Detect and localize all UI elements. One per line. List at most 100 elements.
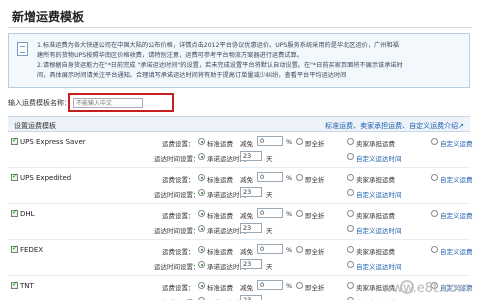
standard-freight-label: 标准运费 [207,212,233,220]
standard-freight-radio[interactable] [198,138,205,145]
notice-box: 1.标准运费为各大快递公司在中国大陆的公布价格，详情点击2012平台协议优惠运价… [8,33,470,88]
custom-time-link[interactable]: 自定义运达时间 [356,261,402,271]
delivery-time-label: 运达时间设置： [154,155,200,163]
custom-time-link[interactable]: 自定义运达时间 [356,225,402,235]
carrier-row: DHL运费设置：标准运费减免0%即全折卖家承担运费自定义运费运达时间设置：承诺运… [8,205,473,240]
custom-time-radio[interactable] [347,153,354,160]
standard-freight-label: 标准运费 [207,284,233,292]
custom-time-link[interactable]: 自定义运达时间 [356,153,402,163]
template-name-highlight [68,93,174,112]
settings-header: 设置运费模板 标准运费、卖家承担运费、自定义运费介绍↗ [8,116,470,132]
custom-time-radio[interactable] [347,261,354,268]
full-discount-label: 即全折 [305,284,325,292]
carrier-checkbox[interactable] [11,280,18,289]
custom-freight-radio[interactable] [431,138,438,145]
carrier-row: FEDEX运费设置：标准运费减免0%即全折卖家承担运费自定义运费运达时间设置：承… [8,241,473,276]
full-discount-label: 即全折 [305,212,325,220]
freight-setting-label: 运费设置： [162,176,195,184]
carrier-name: UPS Express Saver [20,138,86,146]
full-discount-label: 即全折 [305,248,325,256]
title-divider [8,27,472,28]
days-input[interactable]: 23 [240,259,262,269]
percent-label: % [286,282,293,290]
seller-pays-label: 卖家承担运费 [356,140,395,148]
custom-time-radio[interactable] [347,189,354,196]
notice-text: 1.标准运费为各大快递公司在中国大陆的公布价格，详情点击2012平台协议优惠运价… [37,41,461,81]
template-name-label: 输入运费模板名称： [8,99,71,107]
custom-freight-link[interactable]: 自定义运费 [440,138,473,148]
seller-pays-radio[interactable] [347,138,354,145]
delivery-time-label: 运达时间设置： [154,191,200,199]
custom-time-link[interactable]: 自定义运达时间 [356,189,402,199]
custom-freight-link[interactable]: 自定义运费 [440,246,473,256]
promised-time-radio[interactable] [198,261,205,268]
promised-time-radio[interactable] [198,189,205,196]
discount-label: 减免 [240,176,253,184]
custom-freight-link[interactable]: 自定义运费 [440,174,473,184]
seller-pays-label: 卖家承担运费 [356,176,395,184]
discount-label: 减免 [240,284,253,292]
seller-pays-radio[interactable] [347,282,354,289]
days-input[interactable]: 23 [240,187,262,197]
standard-freight-label: 标准运费 [207,140,233,148]
custom-time-radio[interactable] [347,225,354,232]
full-discount-label: 即全折 [305,140,325,148]
promised-time-radio[interactable] [198,153,205,160]
discount-label: 减免 [240,212,253,220]
days-input[interactable]: 23 [240,223,262,233]
discount-input[interactable]: 0 [257,208,283,218]
carrier-checkbox[interactable] [11,208,18,217]
freight-setting-label: 运费设置： [162,140,195,148]
days-input[interactable]: 23 [240,295,262,300]
carrier-row: UPS Expedited 运费设置： 标准运费减免 0% 即全折 卖家承担运费 自定义运费… [8,169,473,204]
settings-header-label: 设置运费模板 [14,122,56,130]
freight-intro-link[interactable]: 标准运费、卖家承担运费、自定义运费介绍↗ [325,121,464,131]
freight-setting-label: 运费设置： [162,212,195,220]
carrier-name: TNT [20,282,34,290]
discount-input[interactable]: 0 [257,172,283,182]
percent-label: % [286,210,293,218]
custom-freight-radio[interactable] [431,246,438,253]
delivery-time-label: 运达时间设置： [154,263,200,271]
seller-pays-radio[interactable] [347,210,354,217]
full-discount-radio[interactable] [296,174,303,181]
seller-pays-radio[interactable] [347,246,354,253]
seller-pays-label: 卖家承担运费 [356,212,395,220]
standard-freight-radio[interactable] [198,210,205,217]
seller-pays-radio[interactable] [347,174,354,181]
discount-input[interactable]: 0 [257,280,283,290]
standard-freight-label: 标准运费 [207,248,233,256]
full-discount-radio[interactable] [296,246,303,253]
custom-freight-radio[interactable] [431,174,438,181]
promised-time-radio[interactable] [198,225,205,232]
days-unit: 天 [266,227,273,235]
standard-freight-radio[interactable] [198,246,205,253]
days-unit: 天 [266,263,273,271]
standard-freight-radio[interactable] [198,282,205,289]
delivery-time-label: 运达时间设置： [154,227,200,235]
custom-freight-link[interactable]: 自定义运费 [440,210,473,220]
carrier-name: UPS Expedited [20,174,72,182]
template-name-input[interactable] [73,98,143,108]
discount-input[interactable]: 0 [257,136,283,146]
carrier-checkbox[interactable] [11,136,18,145]
carrier-name: DHL [20,210,35,218]
standard-freight-label: 标准运费 [207,176,233,184]
notice-line: 2.请根据自身货运能力在"*日前完成 "承诺运达时间"的设置，若未完成设置平台将… [37,62,403,69]
full-discount-label: 即全折 [305,176,325,184]
notice-line: 建所有的货物UPS按照华南区价格收费，请特别注意，运费可参考平台物流方案器进行运… [37,52,303,59]
days-unit: 天 [266,155,273,163]
discount-label: 减免 [240,248,253,256]
carrier-name: FEDEX [20,246,44,254]
custom-freight-radio[interactable] [431,210,438,217]
full-discount-radio[interactable] [296,282,303,289]
page-title: 新增运费模板 [12,10,85,24]
standard-freight-radio[interactable] [198,174,205,181]
full-discount-radio[interactable] [296,138,303,145]
carrier-checkbox[interactable] [11,244,18,253]
carrier-checkbox[interactable] [11,172,18,181]
full-discount-radio[interactable] [296,210,303,217]
days-input[interactable]: 23 [240,151,262,161]
discount-input[interactable]: 0 [257,244,283,254]
discount-label: 减免 [240,140,253,148]
